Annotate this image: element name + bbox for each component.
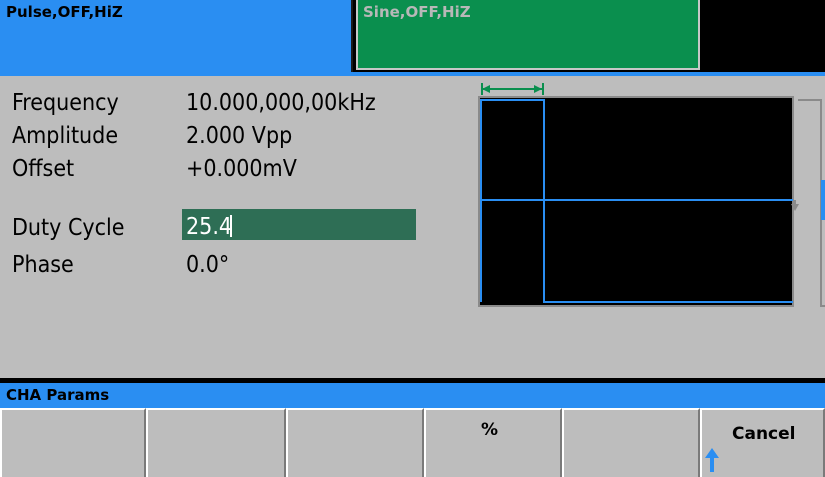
frequency-label: Frequency (12, 90, 119, 116)
channel-b-tab[interactable]: Sine,OFF,HiZ (356, 0, 700, 70)
amplitude-label: Amplitude (12, 123, 119, 149)
softkey-cancel[interactable]: Cancel (700, 408, 825, 477)
softkey-5[interactable] (562, 408, 700, 477)
offset-label: Offset (12, 156, 75, 182)
channel-a-tab[interactable]: Pulse,OFF,HiZ (0, 0, 353, 72)
menu-title: CHA Params (6, 386, 110, 404)
amplitude-value[interactable]: 2.000 Vpp (186, 121, 292, 151)
frequency-value[interactable]: 10.000,000,00kHz (186, 88, 376, 118)
softkey-cancel-label: Cancel (732, 424, 796, 444)
waveform-area (478, 96, 794, 307)
text-cursor (230, 215, 232, 237)
softkey-percent-label: % (481, 420, 499, 440)
channel-b-status: Sine,OFF,HiZ (363, 3, 471, 21)
duty-cycle-input[interactable]: 25.4 (182, 209, 416, 240)
offset-value[interactable]: +0.000mV (186, 154, 297, 184)
softkey-percent[interactable]: % (424, 408, 562, 477)
phase-label: Phase (12, 252, 74, 278)
menu-title-bar: CHA Params (0, 383, 825, 408)
duty-cycle-value: 25.4 (186, 214, 233, 240)
softkey-2[interactable] (146, 408, 286, 477)
waveform-preview (478, 83, 825, 307)
softkey-3[interactable] (286, 408, 424, 477)
softkey-1[interactable] (0, 408, 146, 477)
duty-cycle-label: Duty Cycle (12, 215, 125, 241)
channel-a-status: Pulse,OFF,HiZ (6, 3, 123, 21)
phase-value[interactable]: 0.0° (186, 250, 229, 280)
up-arrow-icon (705, 448, 719, 472)
